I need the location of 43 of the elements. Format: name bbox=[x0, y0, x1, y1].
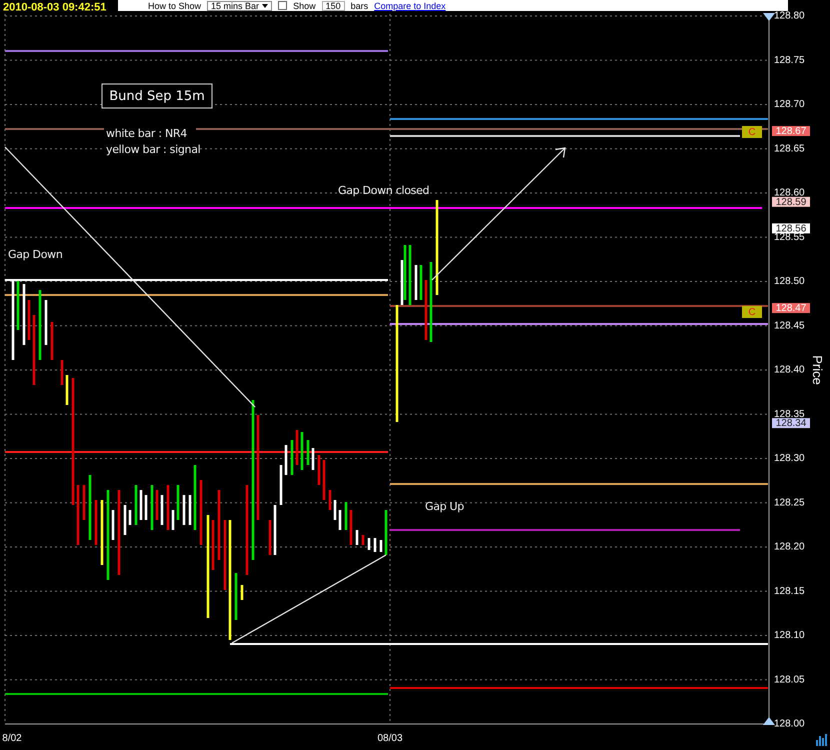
y-tick-label: 128.60 bbox=[774, 188, 805, 199]
y-tick-label: 128.65 bbox=[774, 143, 805, 154]
price-tag: 128.47 bbox=[772, 303, 810, 314]
chart-annotation: Gap Down closed bbox=[338, 184, 430, 198]
price-tag: 128.59 bbox=[772, 196, 810, 208]
y-tick-label: 128.35 bbox=[774, 408, 805, 420]
close-marker: C bbox=[742, 306, 762, 318]
chart-annotation: Gap Up bbox=[425, 500, 464, 514]
legend-text: white bar : NR4 bbox=[106, 127, 187, 140]
y-tick-label: 128.45 bbox=[774, 320, 805, 332]
bar-chart-icon[interactable] bbox=[816, 734, 827, 746]
y-tick-label: 128.25 bbox=[774, 497, 805, 508]
bar-count-field[interactable]: 150 bbox=[322, 0, 345, 10]
bars-label: bars bbox=[350, 0, 368, 10]
chart-title: Bund Sep 15m bbox=[102, 84, 212, 108]
compare-link[interactable]: Compare to Index bbox=[374, 0, 446, 10]
price-tag: 128.67 bbox=[772, 126, 810, 138]
y-tick-label: 128.70 bbox=[774, 99, 805, 110]
close-marker: C bbox=[742, 126, 762, 138]
show-checkbox[interactable] bbox=[278, 1, 288, 10]
price-tag: 128.34 bbox=[772, 418, 810, 430]
legend-text: yellow bar : signal bbox=[106, 143, 200, 156]
scroll-handle-icon[interactable] bbox=[763, 717, 775, 725]
x-tick-label: 8/02 bbox=[2, 733, 22, 744]
y-axis-label: Price bbox=[810, 355, 825, 385]
y-tick-label: 128.75 bbox=[774, 54, 805, 66]
y-tick-label: 128.30 bbox=[774, 453, 805, 464]
y-tick-label: 128.10 bbox=[774, 630, 805, 642]
y-tick-label: 128.00 bbox=[774, 718, 805, 730]
y-tick-label: 128.20 bbox=[774, 542, 805, 553]
y-tick-label: 128.40 bbox=[774, 364, 805, 376]
scroll-handle-icon[interactable] bbox=[763, 13, 775, 21]
y-tick-label: 128.80 bbox=[774, 10, 805, 22]
y-tick-label: 128.50 bbox=[774, 276, 805, 288]
x-tick-label: 08/03 bbox=[377, 733, 403, 744]
checkbox-label: Show bbox=[293, 0, 316, 10]
toolbar-label: How to Show bbox=[148, 0, 202, 10]
caret-icon bbox=[262, 4, 268, 8]
timestamp: 2010-08-03 09:42:51 bbox=[3, 1, 106, 14]
y-tick-label: 128.05 bbox=[774, 674, 805, 686]
chart-annotation: Gap Down bbox=[8, 248, 63, 262]
y-tick-label: 128.15 bbox=[774, 586, 805, 597]
interval-dropdown[interactable]: 15 mins Bar bbox=[207, 0, 272, 10]
